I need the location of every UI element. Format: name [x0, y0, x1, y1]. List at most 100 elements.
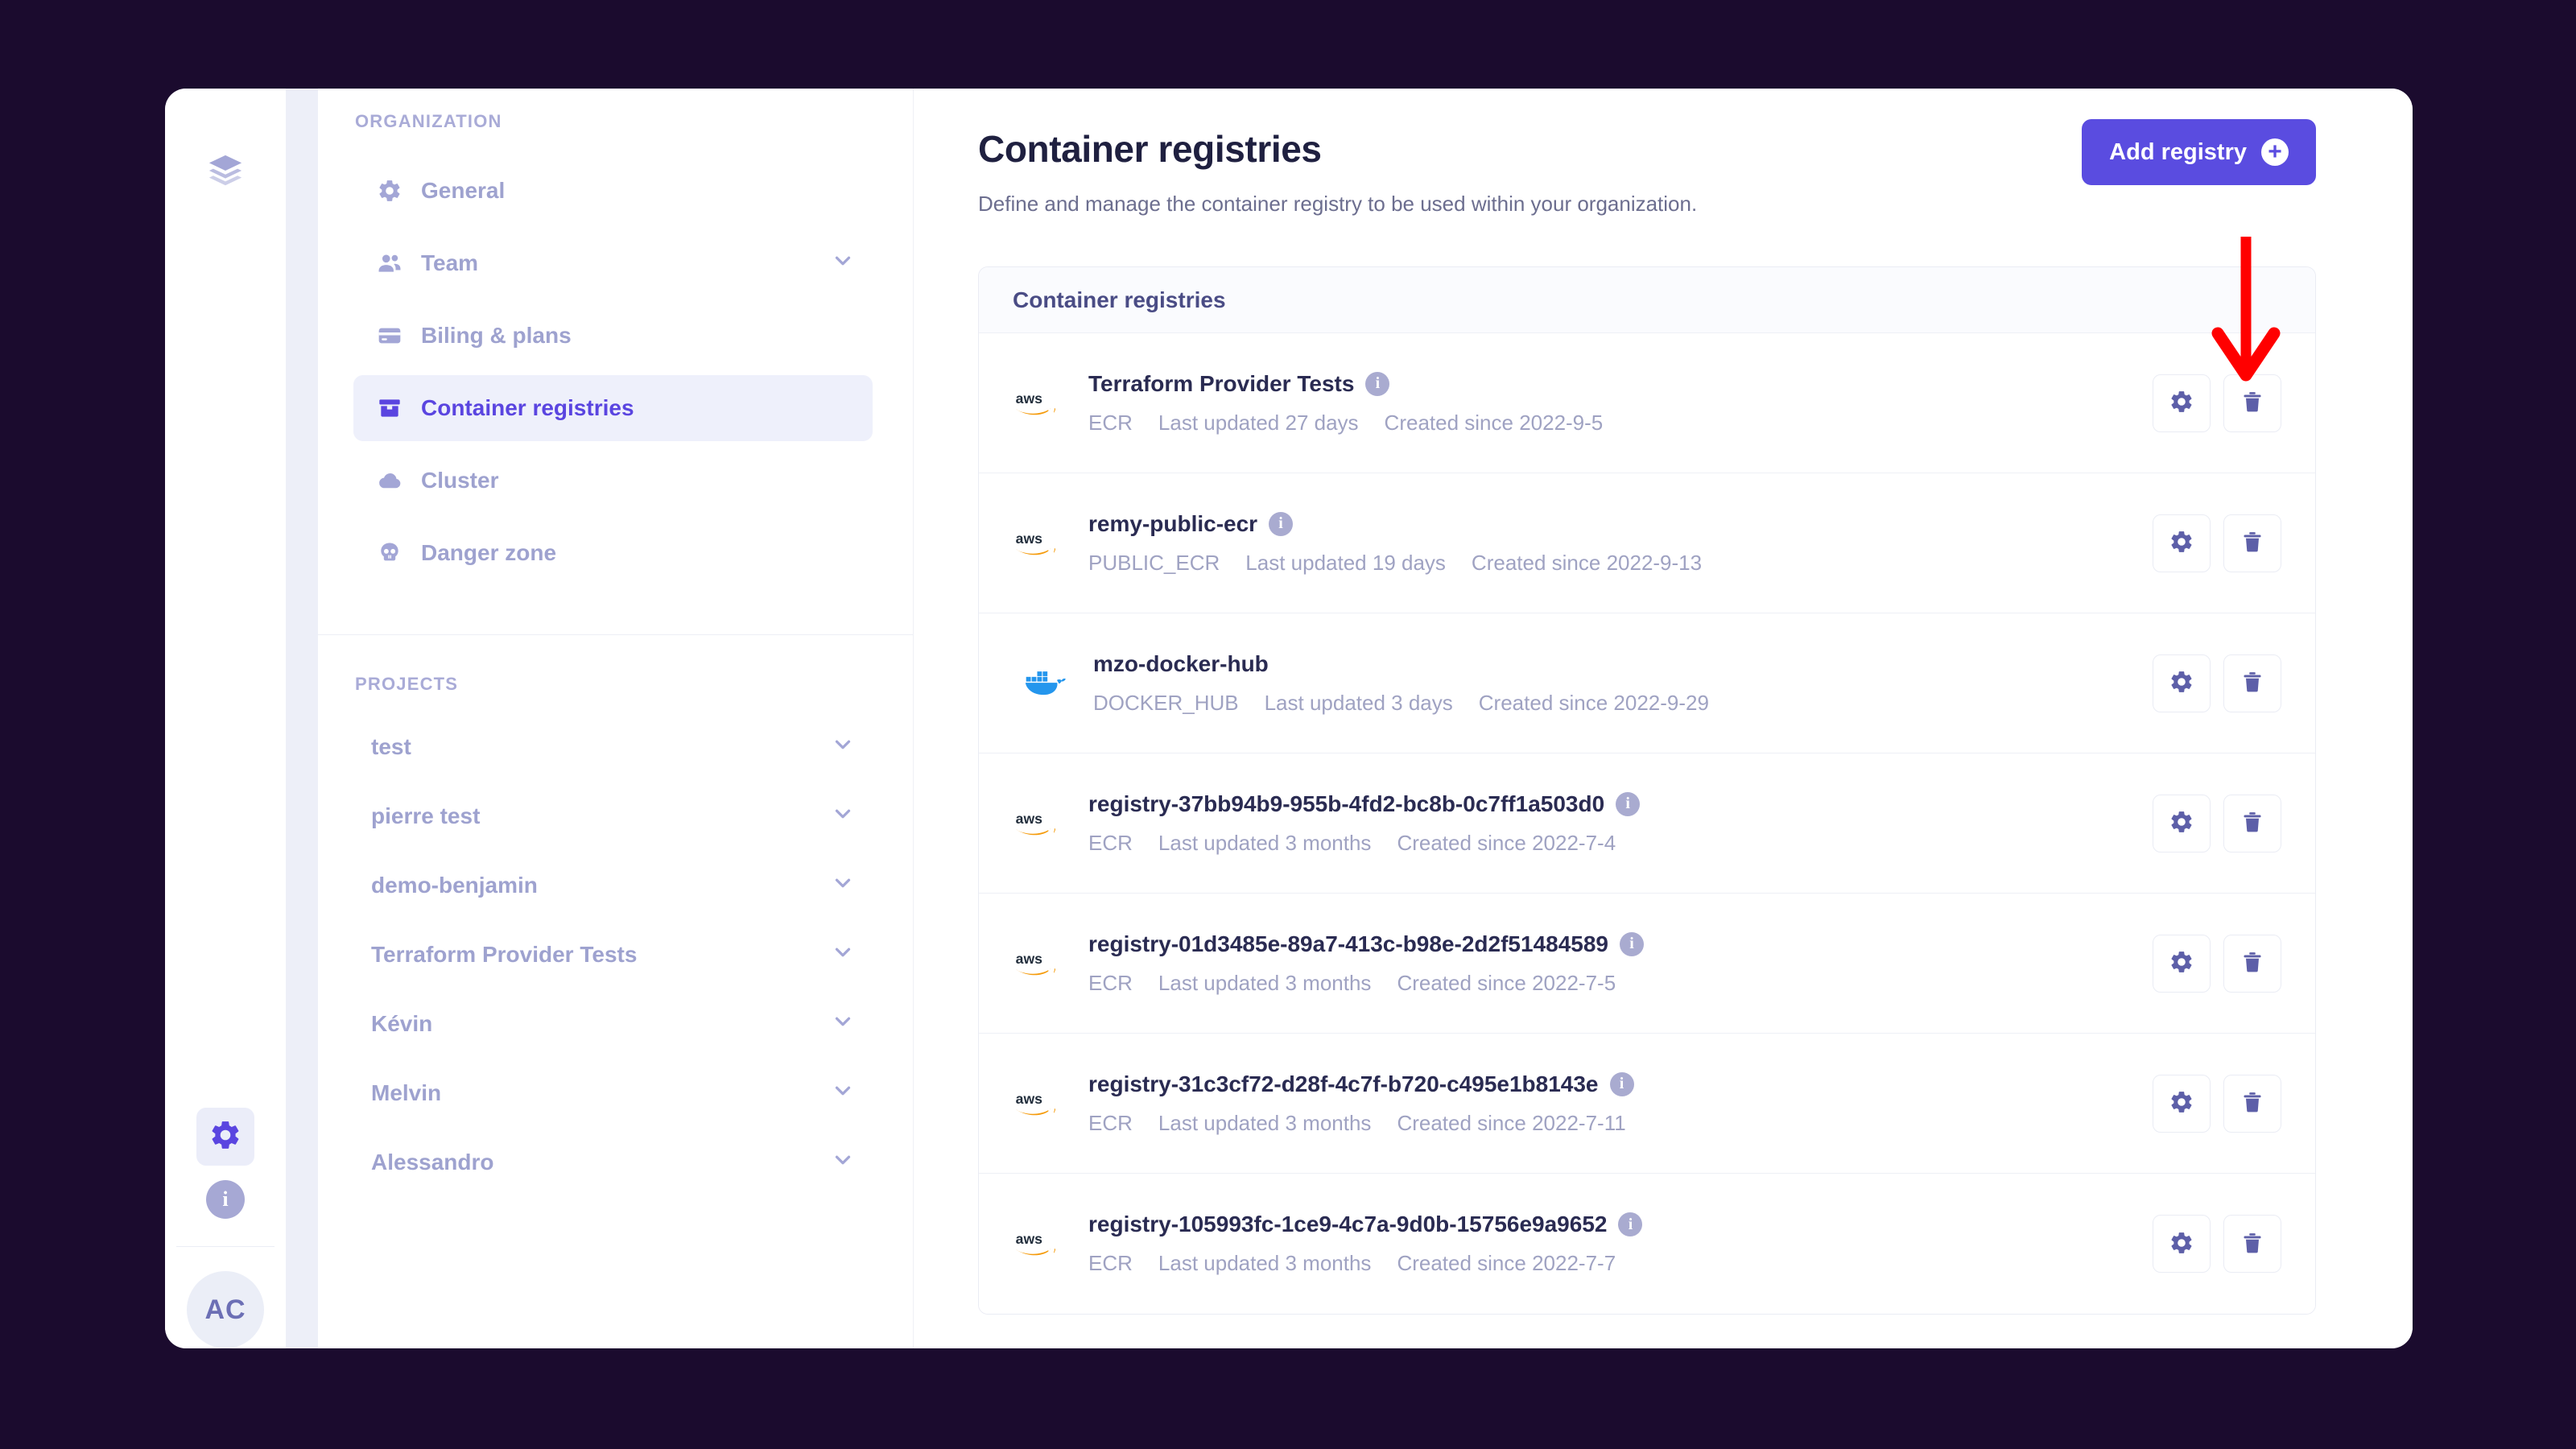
- chevron-down-icon[interactable]: [831, 1148, 855, 1178]
- info-icon[interactable]: i: [1269, 511, 1294, 536]
- sidebar-item-label: Team: [421, 250, 479, 275]
- main-content: Container registries Define and manage t…: [914, 89, 2413, 1348]
- registry-kind: ECR: [1088, 1251, 1133, 1275]
- registry-meta: ECR Last updated 3 months Created since …: [1088, 1251, 2133, 1276]
- info-icon[interactable]: i: [1609, 1071, 1634, 1096]
- delete-registry-button[interactable]: [2223, 794, 2281, 852]
- gear-icon: [2169, 809, 2194, 837]
- sidebar-project-alessandro[interactable]: Alessandro: [353, 1128, 873, 1197]
- sidebar-project-pierre-test[interactable]: pierre test: [353, 782, 873, 851]
- aws-logo-icon: aws: [1008, 527, 1071, 559]
- rail-settings-button[interactable]: [196, 1108, 254, 1166]
- table-row[interactable]: aws Terraform Provider Tests i ECR Last …: [979, 333, 2315, 473]
- edit-registry-button[interactable]: [2153, 1215, 2211, 1273]
- registry-kind: PUBLIC_ECR: [1088, 550, 1220, 575]
- registry-meta: ECR Last updated 3 months Created since …: [1088, 831, 2133, 856]
- registry-updated: Last updated 3 days: [1264, 690, 1453, 715]
- registry-name: registry-105993fc-1ce9-4c7a-9d0b-15756e9…: [1088, 1212, 1608, 1236]
- chevron-down-icon[interactable]: [831, 1079, 855, 1108]
- table-row[interactable]: aws remy-public-ecr i PUBLIC_ECR Last up…: [979, 473, 2315, 613]
- table-row[interactable]: aws registry-31c3cf72-d28f-4c7f-b720-c49…: [979, 1034, 2315, 1174]
- edit-registry-button[interactable]: [2153, 794, 2211, 852]
- nav-strip: [286, 89, 318, 1348]
- registry-kind: ECR: [1088, 830, 1133, 855]
- project-label: Alessandro: [371, 1150, 494, 1174]
- sidebar-item-danger-zone[interactable]: Danger zone: [353, 520, 873, 586]
- project-label: Terraform Provider Tests: [371, 942, 638, 967]
- gear-icon: [208, 1118, 242, 1156]
- sidebar-item-container-registries[interactable]: Container registries: [353, 375, 873, 441]
- avatar[interactable]: AC: [187, 1271, 264, 1348]
- sidebar-item-billing[interactable]: Biling & plans: [353, 303, 873, 369]
- info-icon[interactable]: i: [1616, 791, 1641, 816]
- table-row[interactable]: aws registry-105993fc-1ce9-4c7a-9d0b-157…: [979, 1174, 2315, 1314]
- registry-kind: ECR: [1088, 1110, 1133, 1135]
- chevron-down-icon[interactable]: [831, 871, 855, 901]
- chevron-down-icon[interactable]: [831, 940, 855, 970]
- delete-registry-button[interactable]: [2223, 654, 2281, 712]
- chevron-down-icon[interactable]: [831, 1009, 855, 1039]
- edit-registry-button[interactable]: [2153, 514, 2211, 572]
- svg-text:aws: aws: [1016, 811, 1042, 827]
- registry-name: registry-37bb94b9-955b-4fd2-bc8b-0c7ff1a…: [1088, 791, 1605, 816]
- registry-updated: Last updated 19 days: [1245, 550, 1446, 575]
- sidebar-project-kevin[interactable]: Kévin: [353, 989, 873, 1059]
- svg-text:aws: aws: [1016, 951, 1042, 967]
- table-row[interactable]: mzo-docker-hub DOCKER_HUB Last updated 3…: [979, 613, 2315, 753]
- edit-registry-button[interactable]: [2153, 934, 2211, 993]
- trash-icon: [2240, 1090, 2264, 1117]
- registry-updated: Last updated 27 days: [1158, 410, 1359, 435]
- registry-created: Created since 2022-7-7: [1397, 1251, 1616, 1275]
- registry-created: Created since 2022-9-13: [1471, 550, 1703, 575]
- layers-icon[interactable]: [204, 149, 247, 192]
- sidebar-item-label: General: [421, 178, 506, 203]
- registry-info: registry-105993fc-1ce9-4c7a-9d0b-15756e9…: [1088, 1212, 2133, 1276]
- settings-sidebar: ORGANIZATION General Team Biling & plans…: [318, 89, 914, 1348]
- edit-registry-button[interactable]: [2153, 654, 2211, 712]
- chevron-down-icon[interactable]: [831, 733, 855, 762]
- sidebar-project-demo-benjamin[interactable]: demo-benjamin: [353, 851, 873, 920]
- registry-meta: DOCKER_HUB Last updated 3 days Created s…: [1093, 691, 2133, 716]
- gear-icon: [2169, 389, 2194, 417]
- delete-registry-button[interactable]: [2223, 1215, 2281, 1273]
- sidebar-item-cluster[interactable]: Cluster: [353, 448, 873, 514]
- table-row[interactable]: aws registry-37bb94b9-955b-4fd2-bc8b-0c7…: [979, 753, 2315, 894]
- sidebar-project-test[interactable]: test: [353, 712, 873, 782]
- chevron-down-icon[interactable]: [831, 249, 855, 279]
- delete-registry-button[interactable]: [2223, 934, 2281, 993]
- edit-registry-button[interactable]: [2153, 1074, 2211, 1133]
- row-actions: [2153, 374, 2281, 432]
- projects-section-label: PROJECTS: [355, 674, 459, 694]
- sidebar-project-melvin[interactable]: Melvin: [353, 1059, 873, 1128]
- info-icon[interactable]: i: [1365, 371, 1390, 396]
- registry-name: registry-01d3485e-89a7-413c-b98e-2d2f514…: [1088, 931, 1608, 956]
- delete-registry-button[interactable]: [2223, 374, 2281, 432]
- sidebar-item-label: Cluster: [421, 468, 499, 493]
- projects-group: PROJECTS test pierre test demo-benjamin: [318, 635, 913, 1197]
- registry-meta: ECR Last updated 27 days Created since 2…: [1088, 411, 2133, 436]
- table-row[interactable]: aws registry-01d3485e-89a7-413c-b98e-2d2…: [979, 894, 2315, 1034]
- rail-bottom-group: i AC: [165, 1108, 286, 1348]
- registry-kind: DOCKER_HUB: [1093, 690, 1239, 715]
- sidebar-project-terraform-provider-tests[interactable]: Terraform Provider Tests: [353, 920, 873, 989]
- registry-kind: ECR: [1088, 970, 1133, 995]
- sidebar-item-team[interactable]: Team: [353, 230, 873, 296]
- registry-created: Created since 2022-9-5: [1384, 410, 1604, 435]
- aws-logo-icon: aws: [1008, 807, 1071, 840]
- chevron-down-icon[interactable]: [831, 802, 855, 832]
- sidebar-item-general[interactable]: General: [353, 158, 873, 224]
- gear-icon: [2169, 529, 2194, 557]
- aws-logo-icon: aws: [1008, 947, 1071, 980]
- registry-info: registry-31c3cf72-d28f-4c7f-b720-c495e1b…: [1088, 1071, 2133, 1136]
- page-subtitle: Define and manage the container registry…: [978, 192, 1698, 216]
- project-label: pierre test: [371, 803, 481, 828]
- svg-text:aws: aws: [1016, 1091, 1042, 1107]
- info-icon[interactable]: i: [206, 1180, 245, 1219]
- add-registry-button[interactable]: Add registry +: [2082, 119, 2316, 185]
- delete-registry-button[interactable]: [2223, 514, 2281, 572]
- delete-registry-button[interactable]: [2223, 1074, 2281, 1133]
- edit-registry-button[interactable]: [2153, 374, 2211, 432]
- info-icon[interactable]: i: [1620, 931, 1644, 956]
- gear-icon: [2169, 669, 2194, 697]
- info-icon[interactable]: i: [1618, 1212, 1643, 1236]
